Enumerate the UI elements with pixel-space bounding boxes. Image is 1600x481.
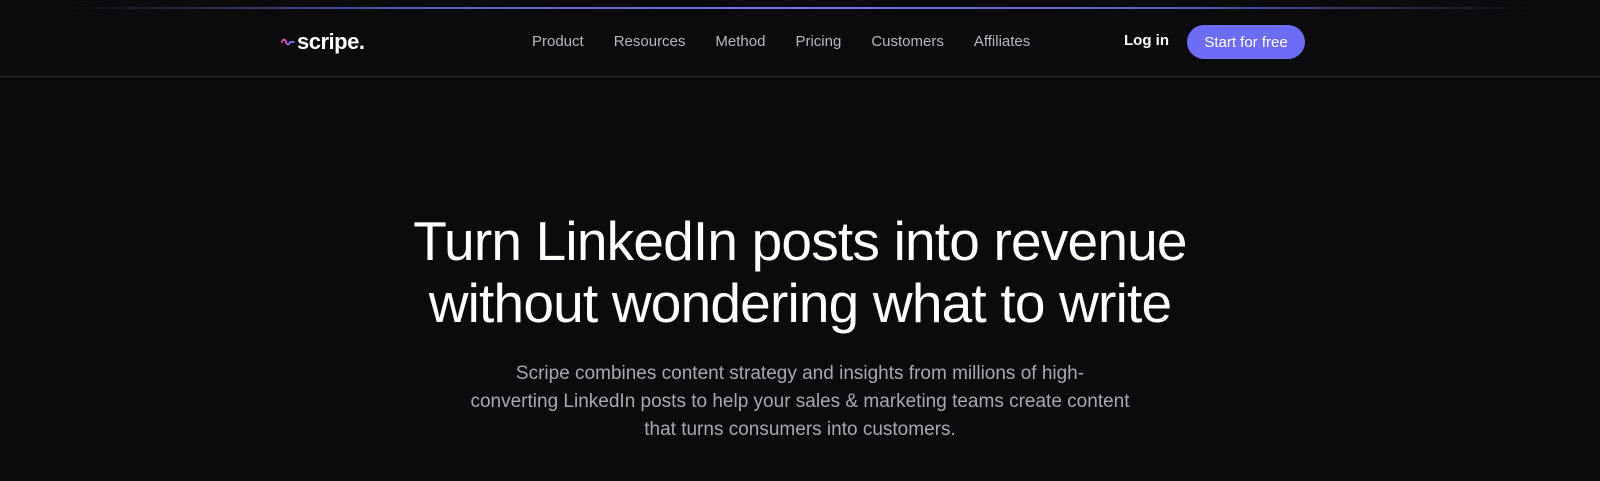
hero-section: Turn LinkedIn posts into revenue without…: [0, 210, 1600, 444]
hero-subtitle-line-1: Scripe combines content strategy and ins…: [515, 363, 1085, 384]
hero-title-line-2: without wondering what to write: [428, 272, 1172, 334]
nav-link-method[interactable]: Method: [715, 29, 765, 54]
main-nav: Product Resources Method Pricing Custome…: [520, 29, 1060, 54]
hero-title-line-1: Turn LinkedIn posts into revenue: [413, 210, 1187, 272]
hero-subtitle: Scripe combines content strategy and ins…: [440, 360, 1160, 444]
nav-link-customers[interactable]: Customers: [871, 29, 944, 54]
hero-title: Turn LinkedIn posts into revenue without…: [350, 210, 1250, 334]
nav-link-pricing[interactable]: Pricing: [795, 29, 841, 54]
hero-subtitle-line-3: that turns consumers into customers.: [644, 419, 956, 440]
soundwave-icon: [264, 28, 295, 56]
nav-link-product[interactable]: Product: [532, 29, 584, 54]
navbar: scripe. Product Resources Method Pricing…: [0, 9, 1600, 77]
login-link[interactable]: Log in: [1124, 32, 1169, 49]
nav-link-affiliates[interactable]: Affiliates: [974, 29, 1030, 54]
logo-link[interactable]: scripe.: [263, 25, 365, 59]
page: scripe. Product Resources Method Pricing…: [0, 0, 1600, 481]
hero-subtitle-line-2: converting LinkedIn posts to help your s…: [470, 391, 1130, 412]
start-for-free-button[interactable]: Start for free: [1187, 25, 1305, 59]
nav-link-resources[interactable]: Resources: [614, 29, 686, 54]
logo-wordmark: scripe.: [297, 29, 365, 54]
